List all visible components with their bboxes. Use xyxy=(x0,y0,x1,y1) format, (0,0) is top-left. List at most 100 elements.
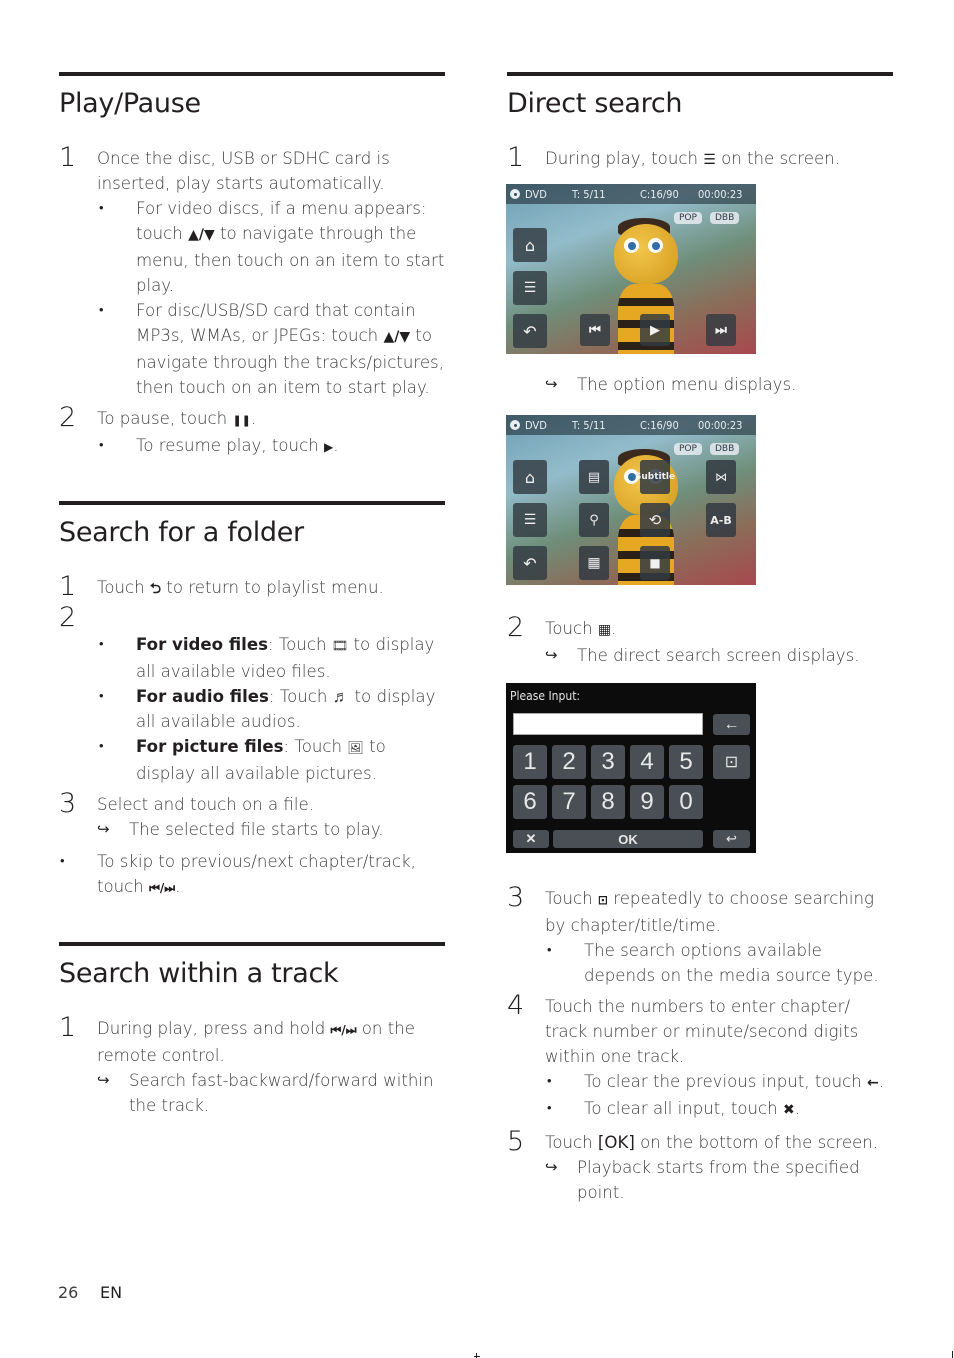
bullet-item: For video files: Touch 🎞 to display all … xyxy=(97,632,445,684)
step-text: During play, press and hold ⏮/⏭ on the r… xyxy=(97,1016,445,1068)
home-icon[interactable]: ⌂ xyxy=(513,228,547,262)
bullet-text: To clear the previous input, touch xyxy=(584,1072,868,1091)
digit-key[interactable]: 1 xyxy=(513,745,547,779)
digit-key[interactable]: 9 xyxy=(630,785,664,819)
step-text: Touch [OK] on the bottom of the screen. xyxy=(545,1130,897,1155)
back-icon[interactable]: ↶ xyxy=(513,314,547,348)
repeat-icon[interactable]: ⟲ xyxy=(640,503,670,537)
zoom-icon[interactable]: ⚲ xyxy=(579,503,609,537)
source-label: DVD xyxy=(525,418,547,432)
digit-key[interactable]: 8 xyxy=(591,785,625,819)
section-search-track: Search within a track 1 During play, pre… xyxy=(59,942,445,1118)
input-prompt: Please Input: xyxy=(510,689,581,703)
title-counter: T: 5/11 xyxy=(572,418,606,432)
step-1: 1 During play, touch ☰ on the screen. xyxy=(507,143,893,173)
digit-key[interactable]: 0 xyxy=(669,785,703,819)
step-2: 2 For video files: Touch 🎞 to display al… xyxy=(59,602,445,786)
step-number: 1 xyxy=(59,1012,77,1043)
digit-key[interactable]: 4 xyxy=(630,745,664,779)
step-number: 2 xyxy=(59,602,77,633)
note-text: . xyxy=(175,877,181,896)
document-icon[interactable]: ▤ xyxy=(579,460,609,494)
left-column: Play/Pause 1 Once the disc, USB or SDHC … xyxy=(59,72,445,1115)
section-rule xyxy=(59,501,445,505)
dbb-badge[interactable]: DBB xyxy=(710,212,740,224)
digit-key[interactable]: 5 xyxy=(669,745,703,779)
note-text: To skip to previous/next chapter/track, … xyxy=(97,852,416,896)
digit-key[interactable]: 7 xyxy=(552,785,586,819)
digit-key[interactable]: 2 xyxy=(552,745,586,779)
result-text: The selected file starts to play. xyxy=(129,820,384,839)
time-display: 00:00:23 xyxy=(698,187,743,201)
options-screen: DVD T: 5/11 C:16/90 00:00:23 POP DBB ⌂ ☰… xyxy=(506,415,756,585)
menu-icon: ☰ xyxy=(703,152,716,168)
menu-icon[interactable]: ☰ xyxy=(513,271,547,305)
right-column: Direct search 1 During play, touch ☰ on … xyxy=(507,72,893,173)
step-5: 5 Touch [OK] on the bottom of the screen… xyxy=(507,1127,897,1205)
note-bullet: To skip to previous/next chapter/track, … xyxy=(59,849,445,901)
result-text: The direct search screen displays. xyxy=(577,646,860,665)
digit-key[interactable]: 6 xyxy=(513,785,547,819)
result-text: Search fast-backward/forward within the … xyxy=(129,1071,434,1115)
result-arrow-icon: ↪ xyxy=(97,820,110,838)
subtitle-button[interactable]: Subtitle xyxy=(635,460,675,494)
bullet-text: . xyxy=(878,1072,885,1091)
digit-key[interactable]: 3 xyxy=(591,745,625,779)
step-3: 3 Select and touch on a file. ↪ The sele… xyxy=(59,789,445,842)
play-button[interactable]: ▶ xyxy=(640,314,670,346)
step-2: 2 To pause, touch ❚❚. To resume play, to… xyxy=(59,403,445,460)
step-1: 1 Once the disc, USB or SDHC card is ins… xyxy=(59,143,445,400)
backspace-button[interactable]: ← xyxy=(713,714,750,735)
step-text-part: Touch xyxy=(545,889,598,908)
prev-next-icon: ⏮/⏭ xyxy=(149,881,176,895)
bullet-item: To clear all input, touch ✖. xyxy=(545,1096,897,1123)
back-icon[interactable]: ↶ xyxy=(513,546,547,580)
pause-icon: ❚❚ xyxy=(232,414,251,427)
step-text-part: to return to playlist menu. xyxy=(161,578,384,597)
step-number: 2 xyxy=(507,612,525,643)
play-icon: ▶ xyxy=(324,440,334,454)
ab-repeat-button[interactable]: A-B xyxy=(706,503,736,537)
bullet-item: To clear the previous input, touch ←. xyxy=(545,1069,897,1096)
home-icon[interactable]: ⌂ xyxy=(513,460,547,494)
crop-mark xyxy=(474,1356,480,1357)
eq-pop-badge[interactable]: POP xyxy=(674,443,702,455)
previous-button[interactable]: ⏮ xyxy=(580,314,610,346)
step-3: 3 Touch ⊡ repeatedly to choose searching… xyxy=(507,883,897,988)
bullet-item: For picture files: Touch 🖼 to display al… xyxy=(97,734,445,786)
bullet-text: To resume play, touch xyxy=(136,436,324,455)
result-item: ↪ Playback starts from the specified poi… xyxy=(545,1155,897,1205)
disc-icon xyxy=(510,420,520,430)
direct-search-grid-icon[interactable]: ▦ xyxy=(579,546,609,580)
section-title: Direct search xyxy=(507,88,683,119)
dbb-badge[interactable]: DBB xyxy=(710,443,740,455)
bullet-item: For disc/USB/SD card that contain MP3s, … xyxy=(97,298,445,400)
film-icon: 🎞 xyxy=(331,639,349,654)
step-text-part: Touch xyxy=(545,619,598,638)
time-display: 00:00:23 xyxy=(698,418,743,432)
result-item: ↪ The option menu displays. xyxy=(545,372,885,397)
eq-pop-badge[interactable]: POP xyxy=(674,212,702,224)
bullet-text: The search options available depends on … xyxy=(584,941,879,985)
stop-icon[interactable]: ■ xyxy=(640,546,670,580)
return-icon: ⮌ xyxy=(149,581,162,597)
chapter-counter: C:16/90 xyxy=(640,187,679,201)
result-arrow-icon: ↪ xyxy=(545,375,558,393)
search-mode-button[interactable]: ⊡ xyxy=(713,745,750,779)
result-arrow-icon: ↪ xyxy=(97,1071,110,1089)
clear-all-button[interactable]: ✕ xyxy=(513,830,549,848)
direct-search-screen: Please Input: ← 1 2 3 4 5 ⊡ 6 7 8 9 0 ✕ … xyxy=(506,683,756,853)
next-button[interactable]: ⏭ xyxy=(706,314,736,346)
step-text-part: Touch xyxy=(545,1133,598,1152)
bullet-text: . xyxy=(794,1099,800,1118)
result-item: ↪ The selected file starts to play. xyxy=(97,817,445,842)
result-text: Playback starts from the specified point… xyxy=(577,1158,860,1202)
search-input[interactable] xyxy=(513,713,703,735)
angle-icon[interactable]: ⋈ xyxy=(706,460,736,494)
status-bar: DVD T: 5/11 C:16/90 00:00:23 xyxy=(506,184,756,204)
menu-icon[interactable]: ☰ xyxy=(513,503,547,537)
ok-button[interactable]: OK xyxy=(553,830,703,848)
return-button[interactable]: ↩ xyxy=(713,830,750,848)
step-text: Touch ⊡ repeatedly to choose searching b… xyxy=(545,886,897,938)
step-number: 1 xyxy=(59,571,77,602)
